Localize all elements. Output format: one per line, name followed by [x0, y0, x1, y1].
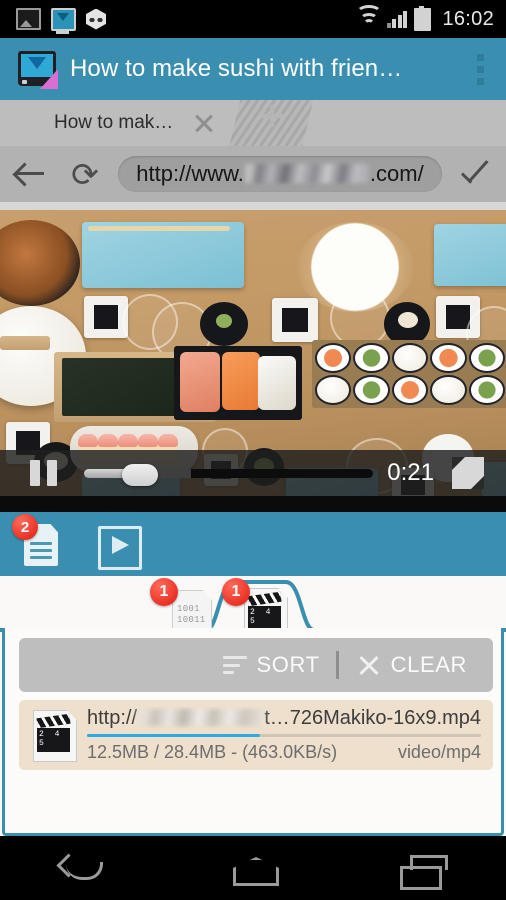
sort-icon: [222, 656, 247, 674]
status-bar-left-icons: [0, 7, 106, 34]
android-recents-icon[interactable]: [382, 844, 462, 892]
downloads-action-bar: 2: [0, 512, 506, 576]
reload-icon[interactable]: ⟳: [58, 146, 112, 202]
downloads-panel-wrap: 100110011 1 1 SORT CLEAR: [0, 576, 506, 836]
android-back-icon[interactable]: [44, 844, 124, 892]
url-redacted-domain: [244, 164, 369, 183]
status-bar-clock: 16:02: [442, 7, 494, 30]
download-tab-files-badge: 1: [150, 578, 178, 606]
clear-x-icon: [357, 653, 381, 677]
photo-icon: [16, 8, 41, 30]
status-bar: 16:02: [0, 0, 506, 38]
download-category-tabs: 100110011 1 1: [0, 576, 506, 638]
status-bar-right-icons: 16:02: [355, 4, 506, 31]
browser-tab-label: How to mak…: [54, 112, 174, 133]
download-size-text: 12.5MB / 28.4MB - (463.0KB/s): [87, 742, 338, 762]
downloads-panel: SORT CLEAR http:// t…726Makiko-16x9.mp4: [2, 628, 504, 836]
video-bottom-letterbox: [0, 496, 506, 512]
documents-badge: 2: [12, 514, 38, 540]
video-player[interactable]: 0:21: [0, 202, 506, 512]
download-item-url: http:// t…726Makiko-16x9.mp4: [87, 707, 481, 730]
url-suffix: .com/: [369, 161, 424, 186]
download-tab-videos[interactable]: 1: [222, 578, 296, 638]
download-mime-type: video/mp4: [397, 742, 481, 762]
download-url-suffix: t…726Makiko-16x9.mp4: [264, 707, 481, 729]
battery-icon: [414, 5, 432, 31]
signal-icon: [386, 10, 408, 28]
video-top-letterbox: [0, 202, 506, 210]
pause-icon[interactable]: [30, 460, 58, 486]
android-home-icon[interactable]: [213, 844, 293, 892]
browser-tab-strip: How to mak…: [0, 100, 506, 146]
download-list-item[interactable]: http:// t…726Makiko-16x9.mp4 12.5MB / 28…: [19, 700, 493, 770]
downloads-toolbar: SORT CLEAR: [19, 638, 493, 692]
hexagon-face-icon: [86, 8, 106, 30]
overflow-menu-icon[interactable]: [454, 38, 506, 100]
download-url-prefix: http://: [87, 707, 138, 729]
video-seek-slider[interactable]: [84, 464, 374, 486]
close-icon[interactable]: [187, 106, 221, 140]
play-box-icon[interactable]: [94, 520, 142, 570]
toolbar-divider: [335, 651, 339, 679]
download-url-redacted: [137, 709, 265, 726]
clear-button[interactable]: CLEAR: [357, 652, 467, 678]
document-list-icon[interactable]: 2: [12, 514, 72, 568]
screen-recorder-icon: [51, 7, 76, 34]
video-time: 0:21: [387, 459, 434, 486]
download-progress-bar: [87, 734, 481, 737]
back-arrow-icon[interactable]: [0, 146, 58, 202]
seek-thumb[interactable]: [121, 464, 158, 486]
browser-tab[interactable]: How to mak…: [0, 106, 221, 140]
video-downloader-logo: [16, 50, 58, 89]
page-title: How to make sushi with frien…: [70, 55, 403, 82]
app-header: How to make sushi with frien…: [0, 38, 506, 100]
fullscreen-icon[interactable]: [452, 457, 484, 489]
download-item-meta: 12.5MB / 28.4MB - (463.0KB/s) video/mp4: [87, 742, 481, 763]
check-icon[interactable]: [448, 146, 506, 202]
url-prefix: http://www.: [136, 161, 244, 186]
video-controls: 0:21: [0, 450, 506, 496]
download-item-info: http:// t…726Makiko-16x9.mp4 12.5MB / 28…: [87, 707, 481, 763]
sort-button[interactable]: SORT: [222, 652, 320, 678]
url-input[interactable]: http://www. .com/: [118, 156, 442, 192]
movie-file-icon: [31, 709, 77, 762]
download-tab-videos-badge: 1: [222, 578, 250, 606]
download-tab-files[interactable]: 1001 10011 1: [150, 578, 224, 636]
wifi-icon: [355, 4, 382, 28]
url-bar: ⟳ http://www. .com/: [0, 146, 506, 204]
phone-screen: 16:02 How to make sushi with frien… How …: [0, 0, 506, 900]
clear-button-label: CLEAR: [390, 652, 467, 677]
new-tab-button[interactable]: [229, 100, 314, 146]
sort-button-label: SORT: [256, 652, 320, 677]
android-nav-bar: [0, 836, 506, 900]
